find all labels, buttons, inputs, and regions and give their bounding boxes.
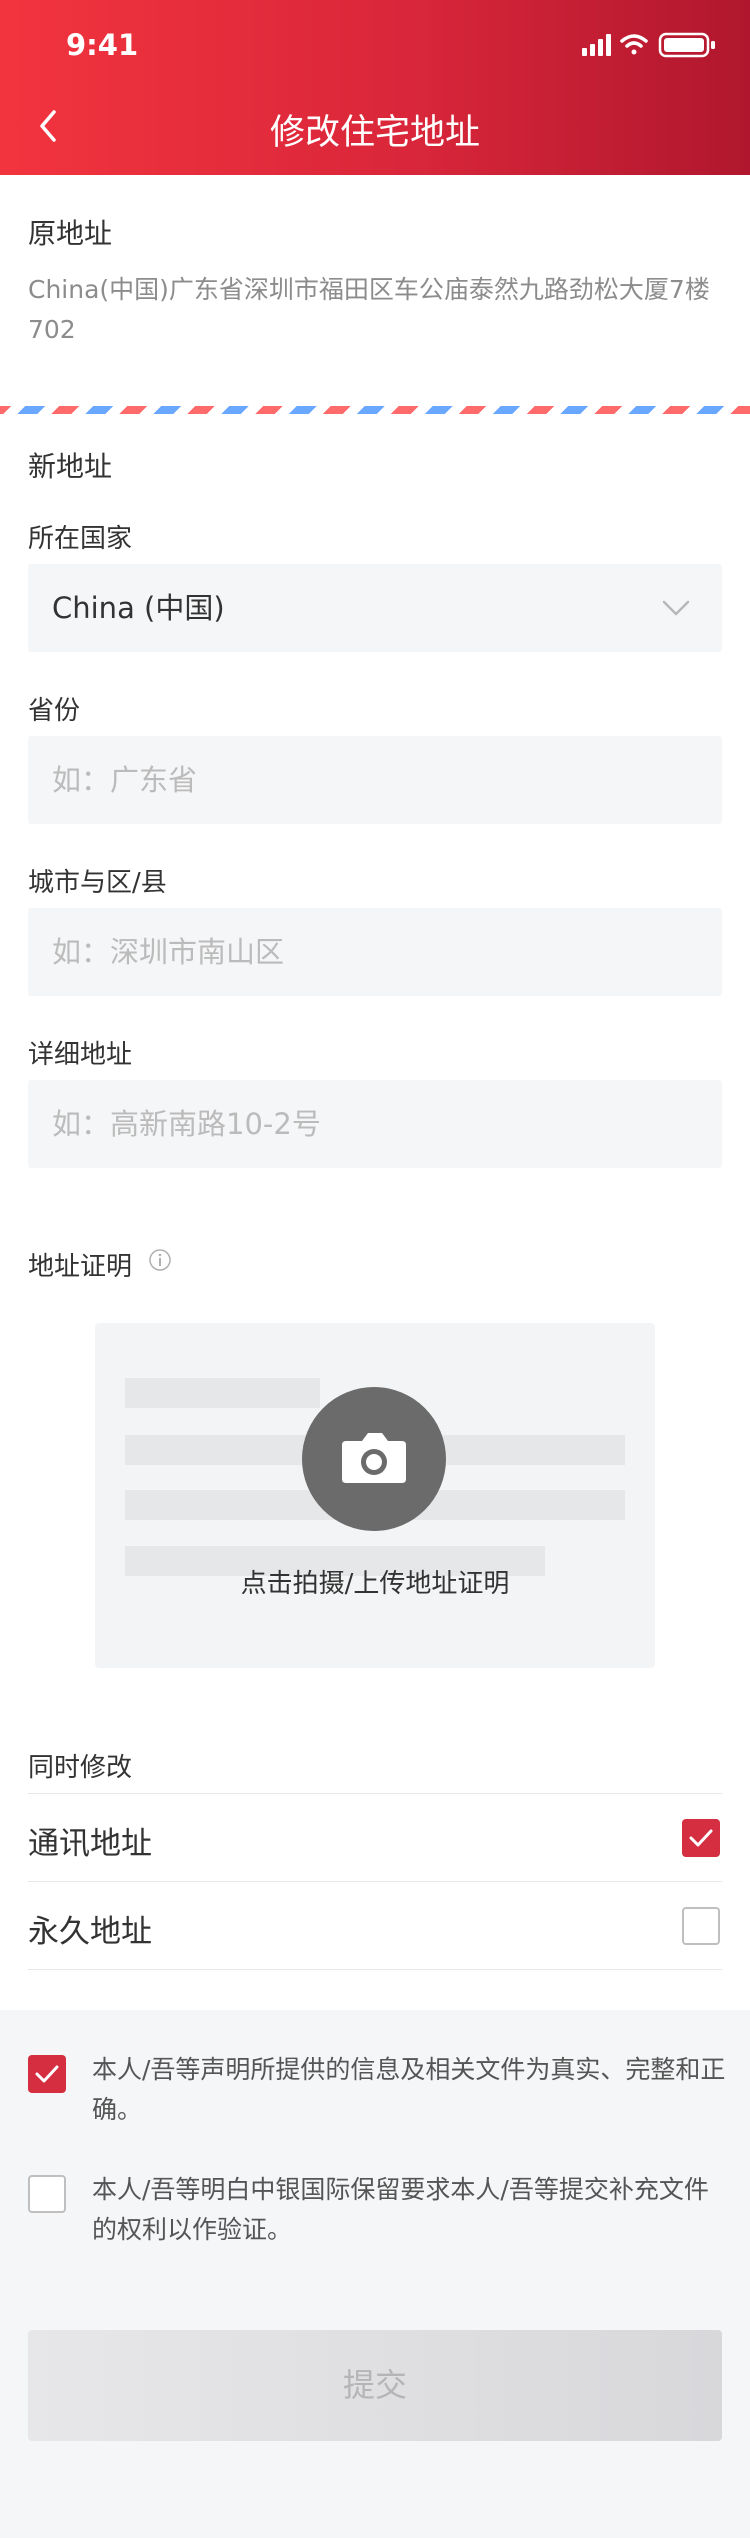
divider xyxy=(28,1969,722,1970)
country-select[interactable]: China (中国) xyxy=(28,564,722,652)
wifi-icon xyxy=(620,34,648,55)
submit-button[interactable]: 提交 xyxy=(28,2330,722,2441)
status-icons xyxy=(582,32,715,58)
status-time: 9:41 xyxy=(66,28,139,62)
airmail-divider xyxy=(0,406,750,414)
province-placeholder: 如：广东省 xyxy=(52,763,198,797)
detail-placeholder: 如：高新南路10-2号 xyxy=(52,1107,321,1141)
address-proof-title: 地址证明 xyxy=(28,1252,133,1282)
declaration-1-checkbox[interactable] xyxy=(28,2055,66,2093)
divider xyxy=(28,1793,722,1794)
check-icon xyxy=(689,1829,713,1847)
upload-proof-card[interactable]: 点击拍摄/上传地址证明 xyxy=(95,1323,655,1668)
new-address-title: 新地址 xyxy=(28,450,113,483)
detail-label: 详细地址 xyxy=(28,1040,133,1070)
permanent-address-checkbox[interactable] xyxy=(682,1907,720,1945)
permanent-address-label: 永久地址 xyxy=(28,1914,152,1950)
check-icon xyxy=(35,2065,59,2083)
declaration-2-text: 本人/吾等明白中银国际保留要求本人/吾等提交补充文件的权利以作验证。 xyxy=(92,2175,709,2244)
header: 9:41 修改住宅地址 xyxy=(0,0,750,175)
mailing-address-label: 通讯地址 xyxy=(28,1826,152,1862)
country-label: 所在国家 xyxy=(28,524,133,554)
page-title: 修改住宅地址 xyxy=(269,113,480,153)
city-label: 城市与区/县 xyxy=(28,868,167,898)
info-icon[interactable] xyxy=(148,1248,172,1272)
detail-address-input[interactable]: 如：高新南路10-2号 xyxy=(28,1080,722,1168)
placeholder-line xyxy=(125,1378,320,1408)
city-input[interactable]: 如：深圳市南山区 xyxy=(28,908,722,996)
also-modify-title: 同时修改 xyxy=(28,1753,133,1783)
city-placeholder: 如：深圳市南山区 xyxy=(52,935,285,969)
battery-icon xyxy=(658,32,715,58)
declaration-2-checkbox[interactable] xyxy=(28,2175,66,2213)
signal-icon xyxy=(582,34,611,56)
camera-icon xyxy=(342,1433,406,1483)
mailing-address-checkbox[interactable] xyxy=(682,1819,720,1857)
chevron-down-icon xyxy=(662,600,690,616)
declaration-1-text: 本人/吾等声明所提供的信息及相关文件为真实、完整和正确。 xyxy=(92,2055,726,2124)
declaration-section: 本人/吾等声明所提供的信息及相关文件为真实、完整和正确。 本人/吾等明白中银国际… xyxy=(0,2010,750,2538)
country-value: China (中国) xyxy=(52,591,225,625)
upload-label: 点击拍摄/上传地址证明 xyxy=(240,1569,510,1599)
divider xyxy=(28,1881,722,1882)
original-address-text: China(中国)广东省深圳市福田区车公庙泰然九路劲松大厦7楼702 xyxy=(28,275,710,344)
original-address-title: 原地址 xyxy=(28,217,113,250)
camera-button[interactable] xyxy=(302,1387,446,1531)
province-input[interactable]: 如：广东省 xyxy=(28,736,722,824)
province-label: 省份 xyxy=(28,696,81,726)
